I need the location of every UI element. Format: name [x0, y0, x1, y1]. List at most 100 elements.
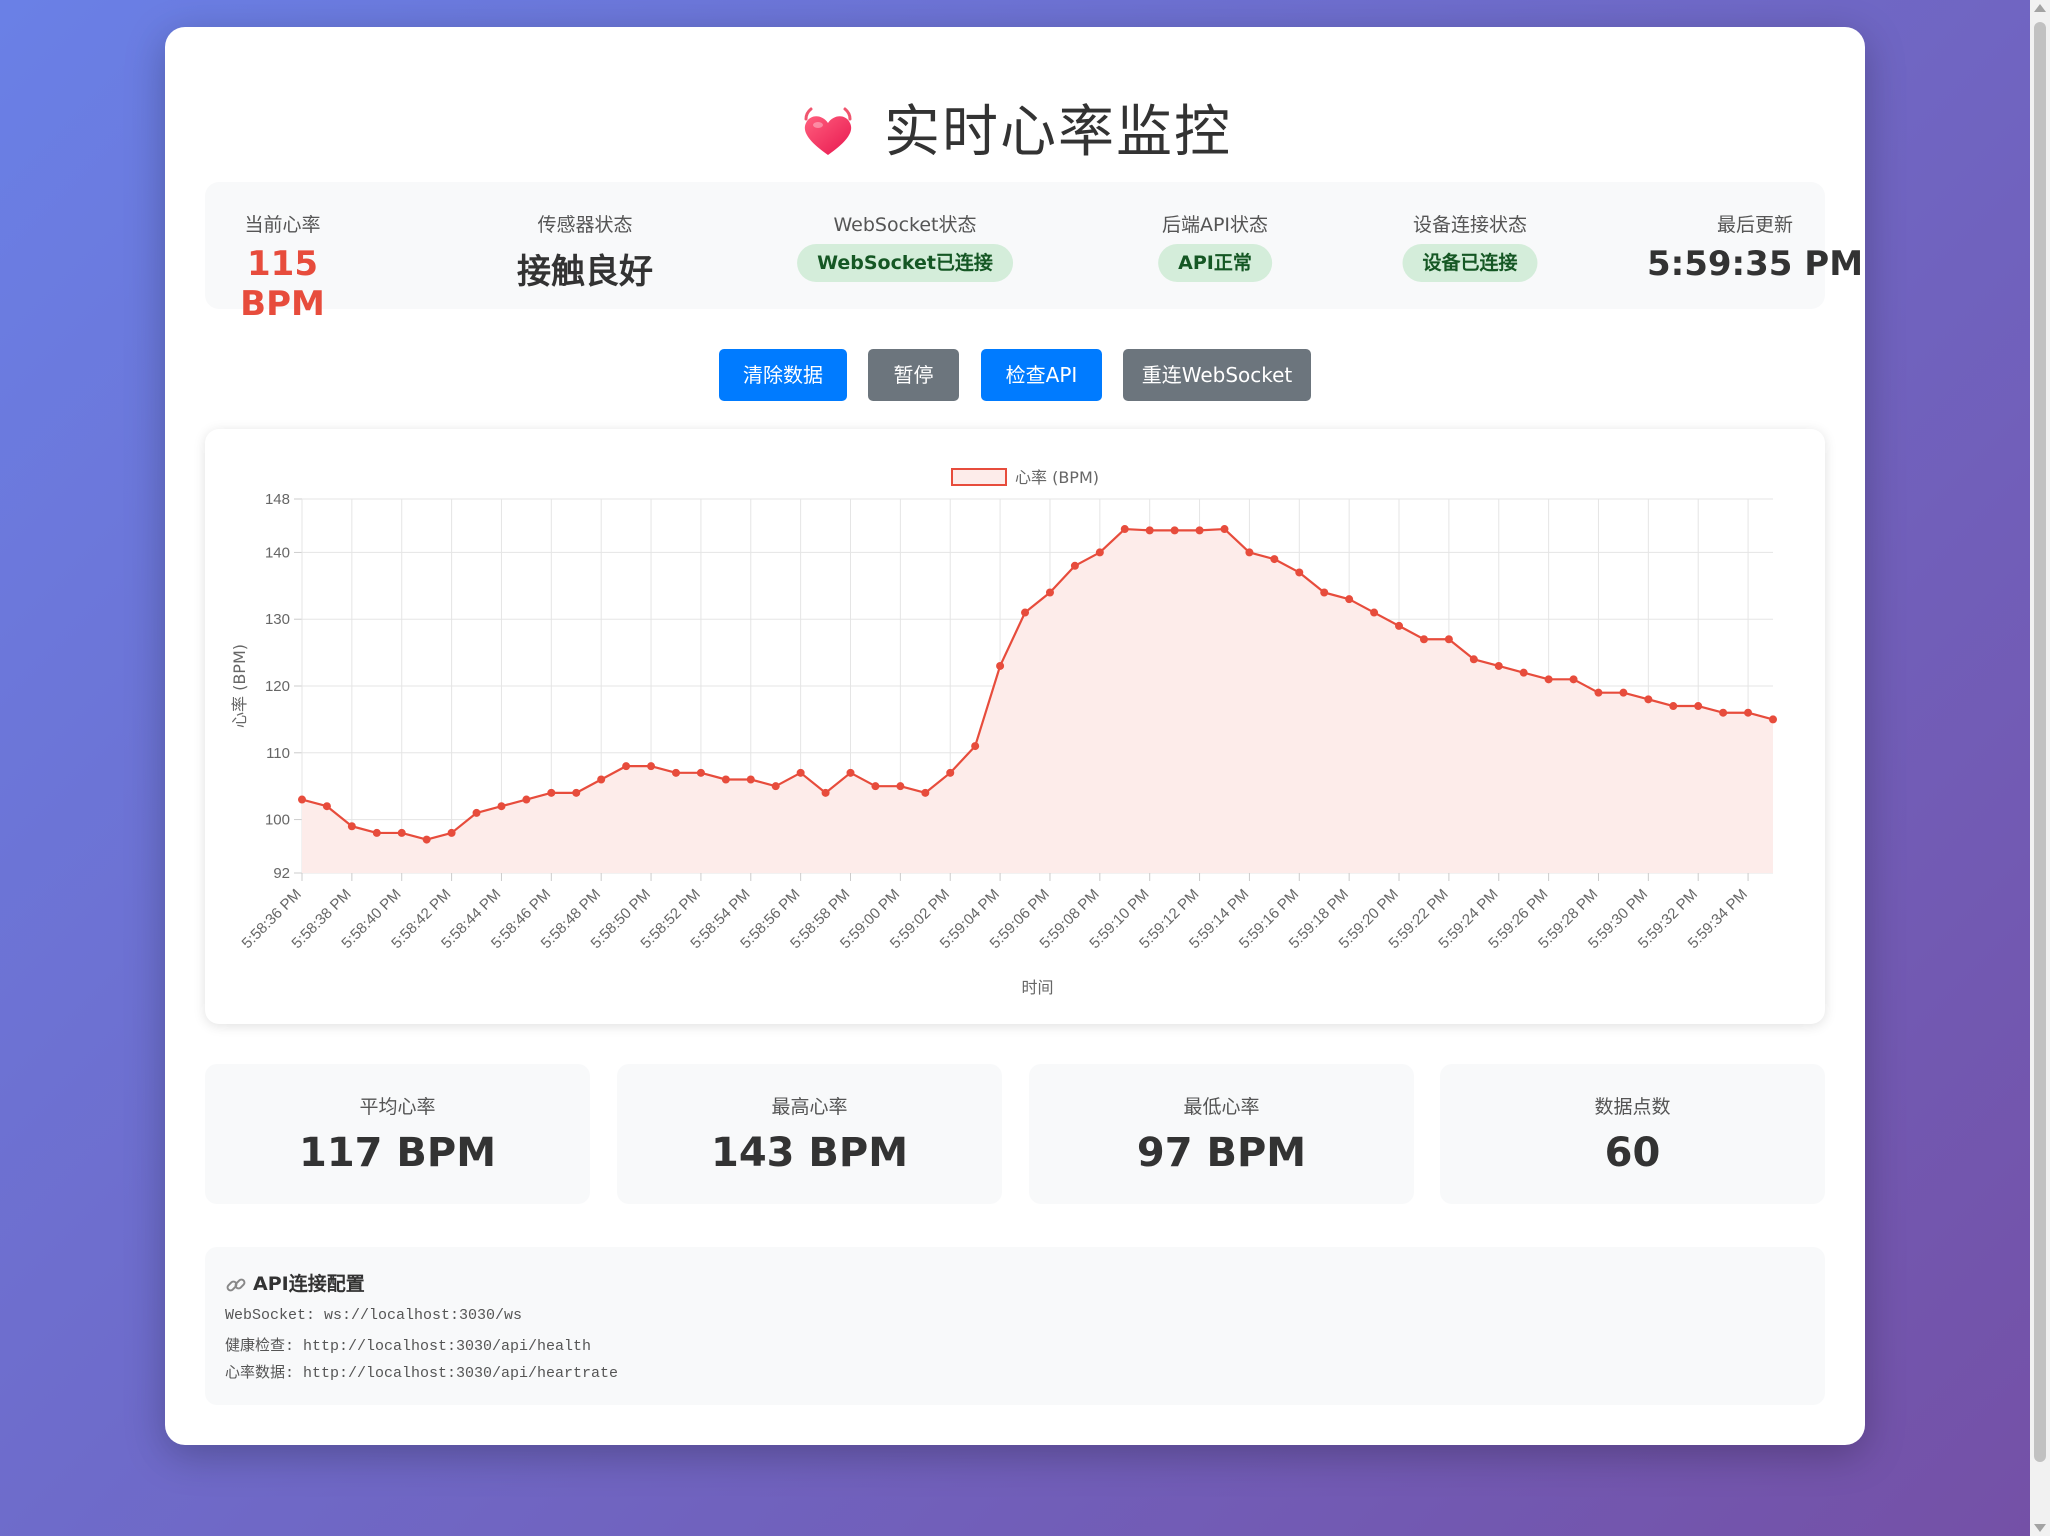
data-point [771, 782, 780, 791]
data-point [1544, 675, 1553, 684]
api-config-heartrate-line: 心率数据: http://localhost:3030/api/heartrat… [225, 1365, 619, 1382]
status-bar: 当前心率 115 BPM 传感器状态 接触良好 WebSocket状态 WebS… [205, 182, 1863, 324]
scroll-thumb[interactable] [2034, 22, 2046, 1462]
data-point [1245, 548, 1254, 557]
x-axis-title: 时间 [1021, 978, 1053, 997]
data-point [1444, 635, 1453, 644]
data-point [1021, 608, 1030, 617]
summary-count-value: 60 [1604, 1130, 1661, 1176]
scroll-up-arrow-icon[interactable] [2034, 4, 2046, 12]
data-point [1494, 661, 1503, 670]
summary-max-label: 最高心率 [771, 1096, 848, 1118]
data-point [1270, 555, 1279, 564]
device-stat: 设备连接状态 设备已连接 [1320, 182, 1620, 309]
main-card: 实时心率监控 当前心率 115 BPM 传感器状态 接触良好 WebSocket… [165, 27, 1865, 1445]
data-point [1669, 702, 1678, 711]
legend-label: 心率 (BPM) [1015, 468, 1099, 487]
summary-count-label: 数据点数 [1594, 1096, 1671, 1118]
data-point [347, 822, 356, 831]
data-point [896, 782, 905, 791]
reconnect-websocket-button[interactable]: 重连WebSocket [1123, 349, 1311, 401]
data-point [397, 828, 406, 837]
summary-avg-label: 平均心率 [359, 1096, 436, 1118]
data-point [1744, 708, 1753, 717]
sensor-status-label: 传感器状态 [537, 214, 633, 236]
api-status-badge: API正常 [1158, 244, 1272, 282]
page-scrollbar[interactable] [2030, 0, 2050, 1536]
data-point [921, 788, 930, 797]
data-point [572, 788, 581, 797]
legend-swatch [951, 468, 1007, 486]
summary-min-card: 最低心率 97 BPM [1029, 1064, 1414, 1204]
api-config-websocket-line: WebSocket: ws://localhost:3030/ws [225, 1307, 523, 1324]
y-tick-label: 110 [266, 745, 290, 762]
last-update-value: 5:59:35 PM [1646, 244, 1864, 284]
data-point [372, 828, 381, 837]
heart-icon [798, 101, 858, 171]
clear-data-button[interactable]: 清除数据 [719, 349, 847, 401]
y-tick-label: 148 [265, 491, 290, 508]
data-point [696, 768, 705, 777]
data-point [1769, 715, 1777, 724]
data-point [671, 768, 680, 777]
data-point [522, 795, 531, 804]
websocket-status-label: WebSocket状态 [833, 214, 977, 236]
summary-avg-value: 117 BPM [298, 1130, 497, 1176]
series-area-fill [302, 529, 1773, 873]
data-point [1395, 621, 1404, 630]
data-point [447, 828, 456, 837]
data-point [1694, 702, 1703, 711]
link-icon [226, 1278, 246, 1291]
pause-button[interactable]: 暂停 [868, 349, 959, 401]
current-hr-stat: 当前心率 115 BPM [205, 182, 360, 324]
data-point [1120, 525, 1129, 534]
data-point [1195, 526, 1204, 535]
current-hr-value: 115 BPM [240, 244, 325, 324]
current-hr-label: 当前心率 [244, 214, 321, 236]
summary-min-value: 97 BPM [1136, 1130, 1307, 1176]
data-point [821, 788, 830, 797]
api-config-panel: API连接配置 WebSocket: ws://localhost:3030/w… [205, 1247, 1825, 1405]
heart-rate-chart: 921001101201301401485:58:36 PM5:58:38 PM… [230, 468, 1777, 997]
data-point [1519, 668, 1528, 677]
api-config-title-text: API连接配置 [253, 1273, 365, 1295]
data-point [946, 768, 955, 777]
data-point [497, 802, 506, 811]
scroll-down-arrow-icon[interactable] [2034, 1524, 2046, 1532]
data-point [1145, 526, 1154, 535]
summary-count-card: 数据点数 60 [1440, 1064, 1825, 1204]
data-point [472, 808, 481, 817]
data-point [647, 762, 656, 771]
websocket-status-badge: WebSocket已连接 [797, 244, 1013, 282]
device-status-label: 设备连接状态 [1412, 214, 1527, 236]
sensor-stat: 传感器状态 接触良好 [395, 182, 775, 309]
control-buttons: 清除数据 暂停 检查API 重连WebSocket [165, 349, 1865, 401]
data-point [846, 768, 855, 777]
data-point [547, 788, 556, 797]
summary-min-label: 最低心率 [1183, 1096, 1260, 1118]
data-point [1719, 708, 1728, 717]
data-point [622, 762, 631, 771]
data-point [1170, 526, 1179, 535]
data-point [746, 775, 755, 784]
data-point [1619, 688, 1628, 697]
data-point [597, 775, 606, 784]
data-point [322, 802, 331, 811]
data-point [1295, 568, 1304, 577]
websocket-stat: WebSocket状态 WebSocket已连接 [765, 182, 1045, 309]
y-tick-label: 100 [265, 812, 290, 829]
last-update-stat: 最后更新 5:59:35 PM [1595, 182, 1915, 309]
y-tick-label: 140 [265, 544, 290, 561]
check-api-button[interactable]: 检查API [981, 349, 1102, 401]
data-point [1594, 688, 1603, 697]
api-config-title: API连接配置 [225, 1269, 365, 1296]
last-update-label: 最后更新 [1716, 214, 1793, 236]
y-axis-title: 心率 (BPM) [230, 644, 249, 728]
summary-avg-card: 平均心率 117 BPM [205, 1064, 590, 1204]
data-point [1070, 561, 1079, 570]
data-point [871, 782, 880, 791]
page-title-text: 实时心率监控 [884, 100, 1232, 165]
data-point [721, 775, 730, 784]
data-point [1320, 588, 1329, 597]
data-point [1220, 525, 1229, 534]
